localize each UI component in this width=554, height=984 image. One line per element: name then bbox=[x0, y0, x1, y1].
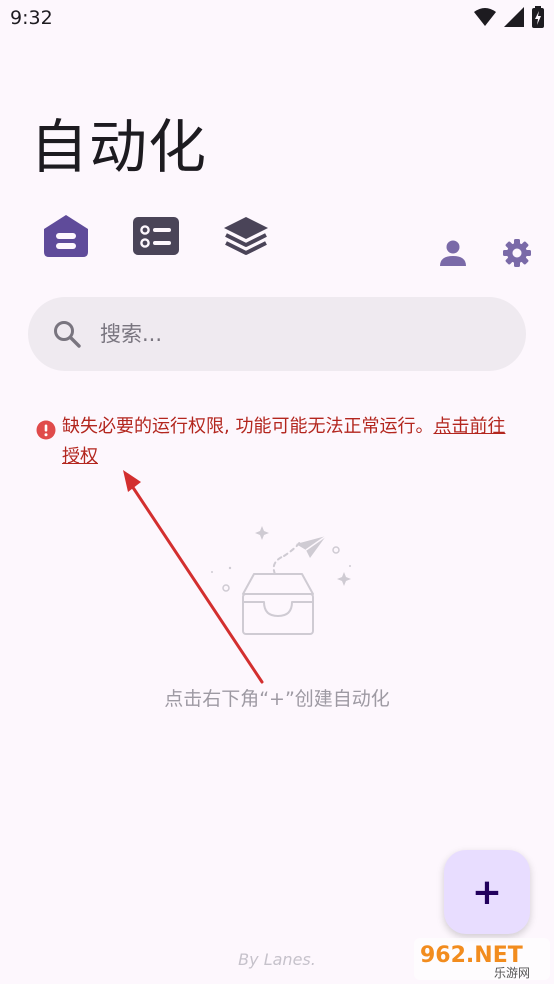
add-automation-button[interactable]: + bbox=[444, 850, 530, 934]
tab-list[interactable] bbox=[130, 210, 182, 262]
home-icon bbox=[44, 215, 88, 257]
permission-warning: 缺失必要的运行权限, 功能可能无法正常运行。点击前往授权 bbox=[36, 412, 506, 472]
list-icon bbox=[133, 217, 179, 255]
layers-icon bbox=[224, 217, 268, 255]
warning-text: 缺失必要的运行权限, 功能可能无法正常运行。点击前往授权 bbox=[62, 412, 506, 472]
status-time: 9:32 bbox=[10, 7, 53, 29]
watermark-text: 962.NET bbox=[420, 943, 523, 968]
site-watermark: 962.NET 乐游网 bbox=[414, 938, 550, 980]
user-icon bbox=[440, 240, 466, 266]
settings-button[interactable] bbox=[500, 236, 534, 270]
tab-layers[interactable] bbox=[220, 210, 272, 262]
status-icons bbox=[474, 6, 544, 28]
empty-inbox-illustration bbox=[211, 526, 351, 635]
search-icon bbox=[54, 321, 81, 348]
battery-charging-icon bbox=[532, 6, 544, 28]
signal-icon bbox=[504, 7, 524, 27]
tab-bar bbox=[40, 210, 272, 262]
top-actions bbox=[436, 236, 534, 270]
watermark-subtext: 乐游网 bbox=[494, 966, 530, 980]
wifi-icon bbox=[474, 8, 496, 26]
warning-message: 缺失必要的运行权限, 功能可能无法正常运行。 bbox=[62, 416, 434, 437]
search-bar[interactable] bbox=[28, 297, 526, 371]
gear-icon bbox=[503, 239, 531, 267]
status-bar: 9:32 bbox=[0, 0, 554, 38]
page-title: 自动化 bbox=[30, 113, 208, 181]
tab-home[interactable] bbox=[40, 210, 92, 262]
search-input[interactable] bbox=[98, 321, 482, 347]
error-icon bbox=[36, 420, 56, 440]
empty-state-text: 点击右下角“+”创建自动化 bbox=[164, 688, 390, 710]
account-button[interactable] bbox=[436, 236, 470, 270]
